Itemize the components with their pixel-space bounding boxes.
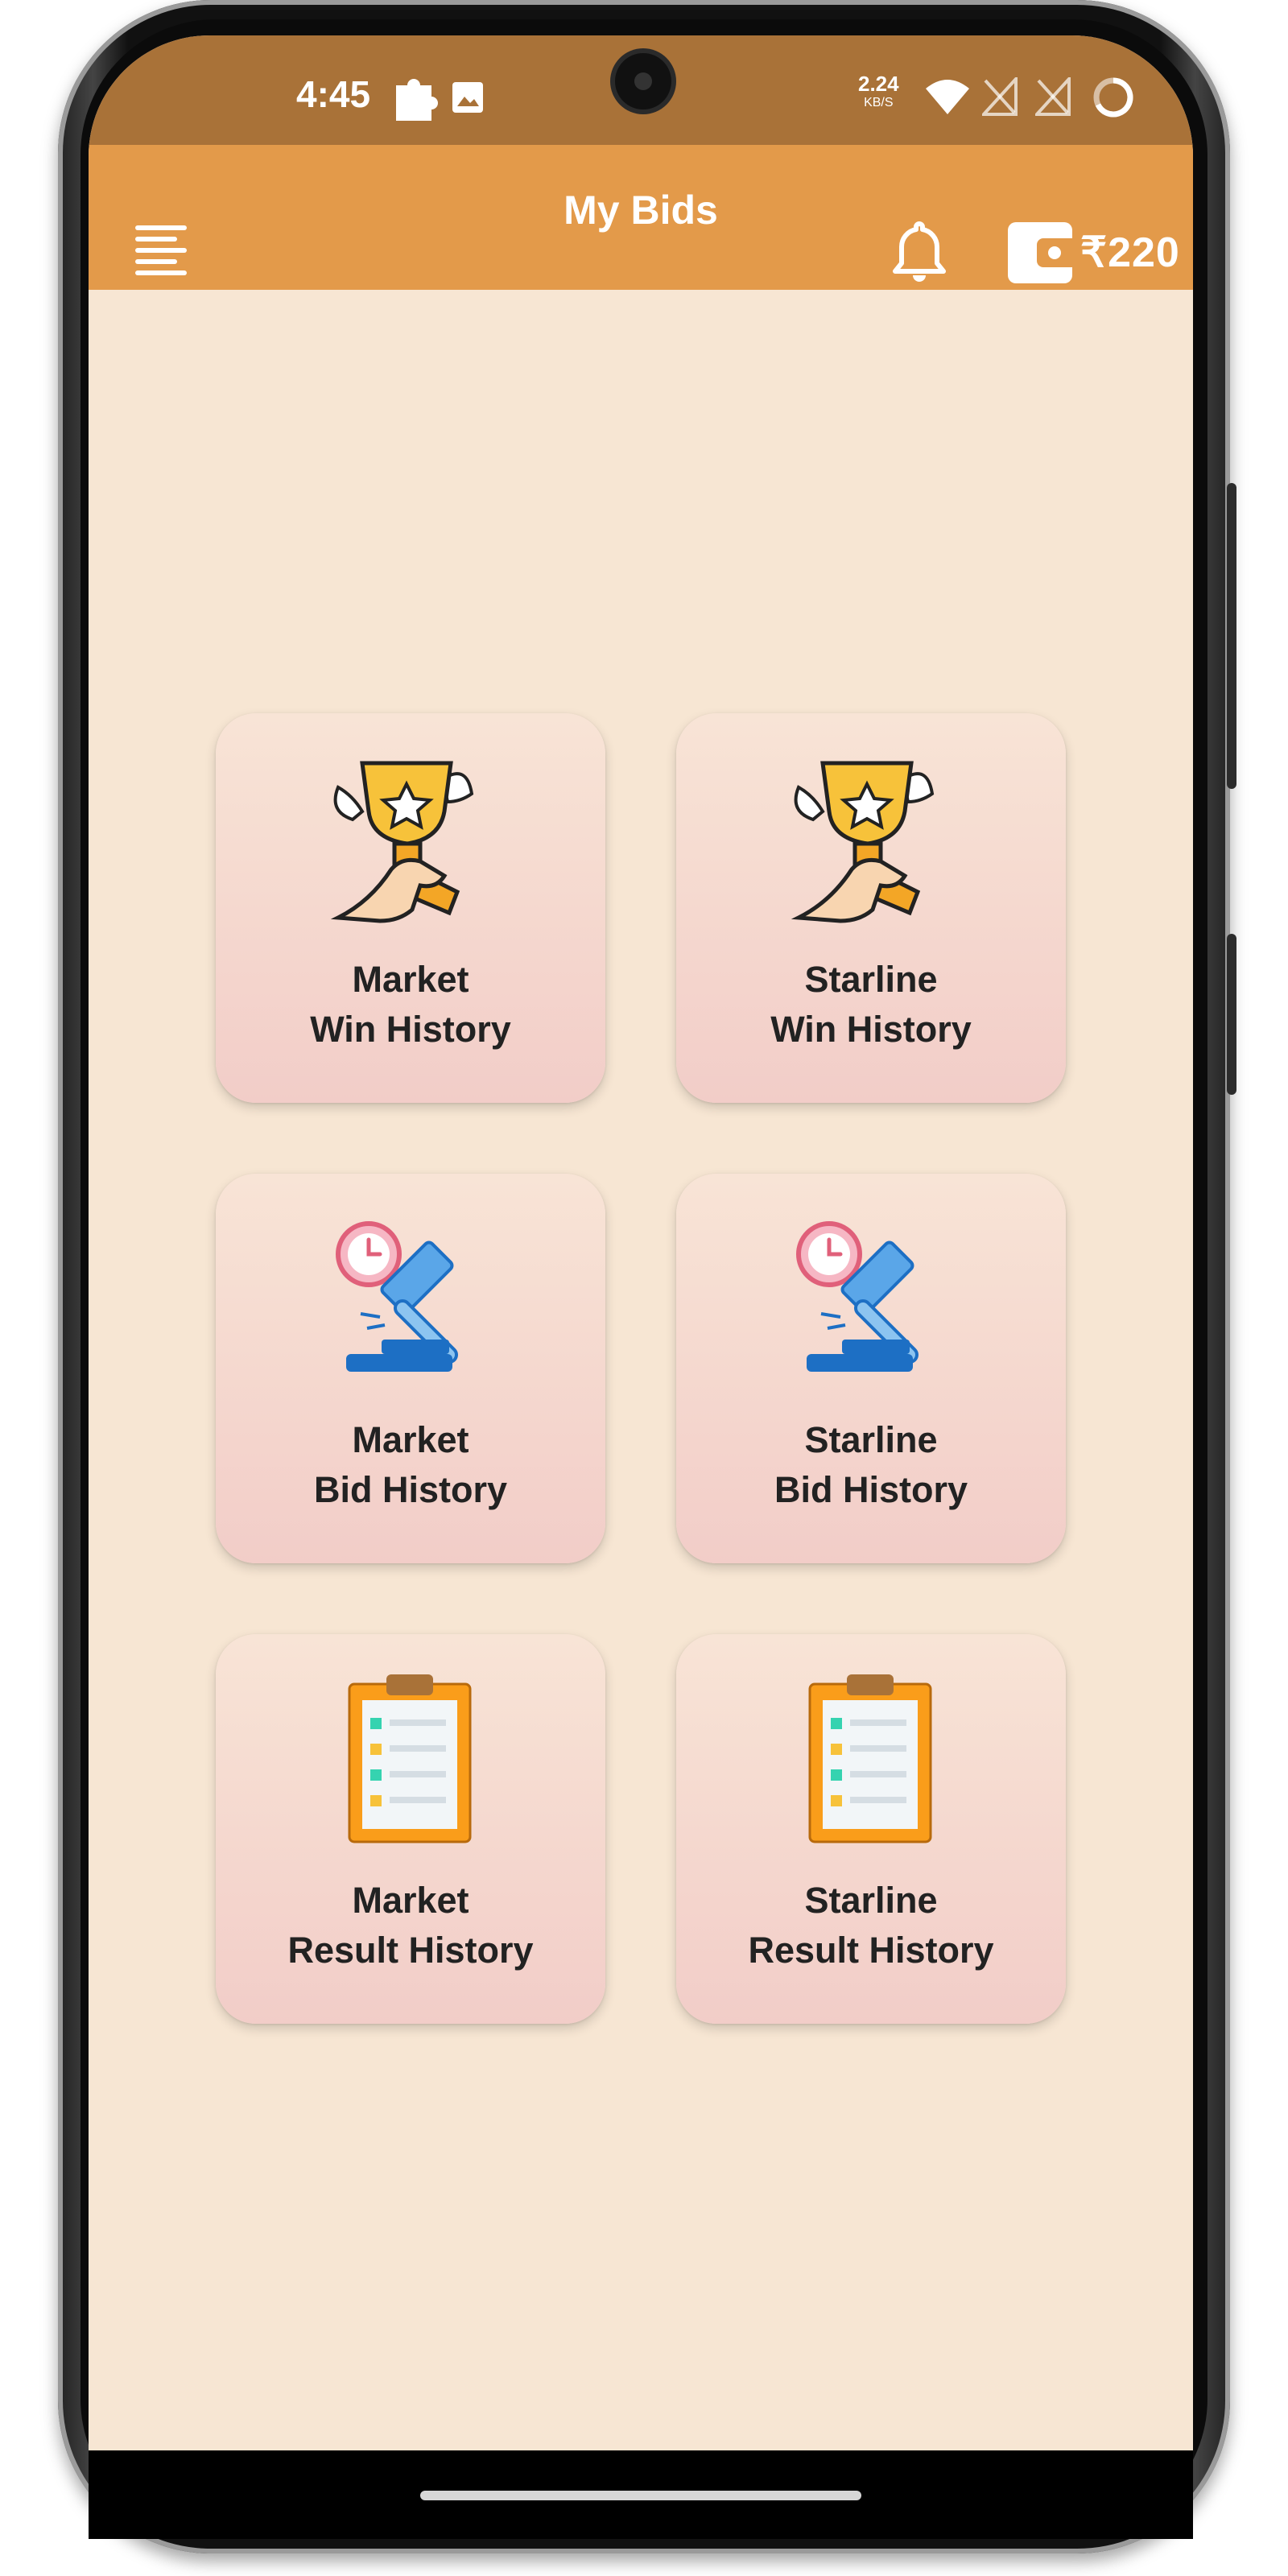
card-label-line2: Bid History (313, 1469, 508, 1510)
system-nav-bar (89, 2450, 1193, 2539)
card-label: Market Win History (216, 955, 605, 1055)
side-button (1227, 483, 1236, 789)
status-time: 4:45 (296, 73, 371, 115)
network-speed-value: 2.24 (858, 72, 899, 96)
app-screen: 4:45 2.24 KB/S My Bids ₹220 Market Win H… (89, 35, 1193, 2450)
card-label: Market Bid History (216, 1415, 605, 1515)
app-bar: My Bids ₹220 (89, 145, 1193, 290)
card-label-line2: Bid History (774, 1469, 968, 1510)
wifi-icon (926, 80, 969, 114)
card-label: Starline Bid History (676, 1415, 1066, 1515)
no-sim-icon (982, 77, 1018, 116)
no-sim-icon (1035, 77, 1071, 116)
card-label-line1: Market (352, 1419, 469, 1460)
clipboard-list-icon (808, 1674, 932, 1843)
card-label: Starline Result History (676, 1876, 1066, 1975)
network-speed-unit: KB/S (864, 96, 894, 109)
card-label-line1: Starline (804, 1880, 938, 1921)
starline-result-history-card[interactable]: Starline Result History (676, 1634, 1066, 2024)
starline-bid-history-card[interactable]: Starline Bid History (676, 1174, 1066, 1563)
market-result-history-card[interactable]: Market Result History (216, 1634, 605, 2024)
card-label-line2: Win History (770, 1009, 972, 1050)
clipboard-list-icon (348, 1674, 472, 1843)
trophy-hand-icon (791, 761, 935, 923)
card-label: Starline Win History (676, 955, 1066, 1055)
market-win-history-card[interactable]: Market Win History (216, 713, 605, 1103)
market-bid-history-card[interactable]: Market Bid History (216, 1174, 605, 1563)
card-label-line1: Market (352, 959, 469, 1000)
side-button (1227, 934, 1236, 1095)
status-bar: 4:45 2.24 KB/S (89, 35, 1193, 145)
trophy-hand-icon (330, 761, 474, 923)
card-label-line2: Win History (310, 1009, 511, 1050)
card-label-line1: Starline (804, 1419, 938, 1460)
battery-ring-icon (1093, 77, 1133, 118)
home-gesture-handle[interactable] (420, 2491, 861, 2500)
card-label-line2: Result History (287, 1930, 534, 1971)
gavel-clock-icon (796, 1221, 919, 1372)
notifications-button[interactable] (890, 221, 948, 285)
card-label-line2: Result History (748, 1930, 994, 1971)
wallet-icon (1008, 222, 1072, 283)
gavel-clock-icon (336, 1221, 458, 1372)
network-speed: 2.24 KB/S (858, 72, 899, 113)
bell-icon (893, 221, 946, 282)
starline-win-history-card[interactable]: Starline Win History (676, 713, 1066, 1103)
image-icon (452, 82, 483, 113)
card-label-line1: Starline (804, 959, 938, 1000)
card-label: Market Result History (216, 1876, 605, 1975)
wallet-button[interactable]: ₹220 (1008, 219, 1193, 287)
wallet-balance: ₹220 (1080, 229, 1180, 276)
puzzle-icon (396, 79, 438, 121)
card-label-line1: Market (352, 1880, 469, 1921)
front-camera (615, 53, 671, 109)
